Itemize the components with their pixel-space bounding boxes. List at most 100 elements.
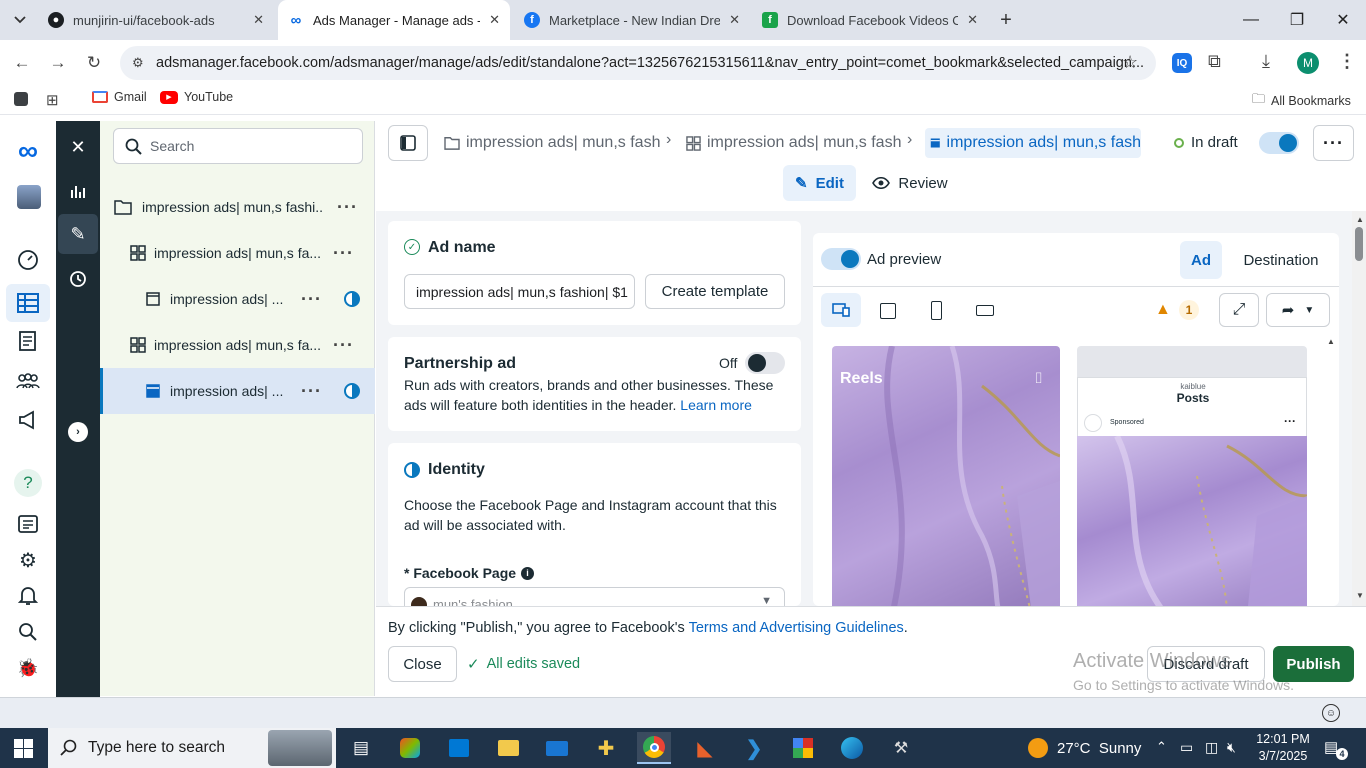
task-view-icon[interactable]: ▤ xyxy=(344,732,378,764)
close-tab-icon[interactable]: ✕ xyxy=(967,12,978,28)
megaphone-icon[interactable] xyxy=(14,406,42,434)
vscode-app-icon[interactable]: ❯ xyxy=(737,732,771,764)
history-clock-icon[interactable] xyxy=(62,263,94,295)
feedback-smiley-icon[interactable]: ☺ xyxy=(1322,704,1340,722)
preview-tab-destination[interactable]: Destination xyxy=(1235,241,1327,279)
profile-avatar[interactable]: M xyxy=(1297,52,1319,74)
all-bookmarks[interactable]: 🗀 All Bookmarks xyxy=(1252,90,1351,112)
ads-manager-nav-item[interactable] xyxy=(6,284,50,322)
close-tab-icon[interactable]: ✕ xyxy=(729,12,740,28)
tab-marketplace[interactable]: f Marketplace - New Indian Dres ✕ xyxy=(514,0,750,40)
matlab-app-icon[interactable]: ◣ xyxy=(688,732,722,764)
browser-menu-icon[interactable]: ⋮ xyxy=(1338,51,1356,72)
discard-draft-button[interactable]: Discard draft xyxy=(1147,646,1265,682)
extensions-puzzle-icon[interactable]: ⧉ xyxy=(1208,51,1221,72)
settings-gear-icon[interactable]: ⚙ xyxy=(14,546,42,574)
office-app-icon[interactable] xyxy=(393,732,427,764)
bookmark-youtube[interactable]: ▶ YouTube xyxy=(160,90,233,104)
facebook-page-select[interactable]: mun's fashion ▼ xyxy=(404,587,785,606)
restore-button[interactable]: ❐ xyxy=(1274,0,1320,40)
expand-preview-button[interactable]: ⤢ xyxy=(1219,293,1259,327)
new-tab-button[interactable]: + xyxy=(994,8,1018,32)
edge-app-icon[interactable] xyxy=(835,732,869,764)
tools-app-icon[interactable]: ⚒ xyxy=(884,732,918,764)
breadcrumb-adset[interactable]: impression ads| mun,s fash xyxy=(686,130,901,156)
create-template-button[interactable]: Create template xyxy=(645,274,785,309)
square-format-icon[interactable] xyxy=(880,303,896,319)
meet-camera-icon[interactable]: ◫ xyxy=(1205,739,1218,756)
tree-row-adset[interactable]: impression ads| mun,s fa... ··· xyxy=(100,322,375,368)
toggle-sidebar-button[interactable] xyxy=(388,125,428,161)
bug-icon[interactable]: 🐞 xyxy=(14,654,42,682)
tree-row-campaign[interactable]: impression ads| mun,s fashi... ··· xyxy=(100,184,375,230)
more-options-icon[interactable]: ··· xyxy=(333,335,354,356)
mail-app-icon[interactable] xyxy=(540,732,574,764)
network-icon[interactable]: ▭ xyxy=(1180,739,1193,756)
tab-groups-icon[interactable] xyxy=(14,92,28,106)
charts-icon[interactable] xyxy=(62,176,94,208)
ad-preview-toggle[interactable] xyxy=(821,248,861,270)
download-icon[interactable]: ⤓ xyxy=(1262,51,1270,72)
tree-search-input[interactable]: Search xyxy=(113,128,363,164)
account-avatar[interactable] xyxy=(17,185,41,209)
edit-pencil-icon[interactable]: ✎ xyxy=(58,214,98,254)
reels-preview[interactable]: Reels ⌷ xyxy=(832,346,1060,606)
news-icon[interactable] xyxy=(14,510,42,538)
placement-all-button[interactable] xyxy=(821,293,861,327)
colorful-app-icon[interactable] xyxy=(786,732,820,764)
expand-chevron-icon[interactable]: › xyxy=(68,422,88,442)
more-options-icon[interactable]: ··· xyxy=(333,243,354,264)
warning-icon[interactable]: ▲ xyxy=(1155,301,1171,319)
share-preview-button[interactable]: ➦ ▼ xyxy=(1266,293,1330,327)
tree-row-ad-selected[interactable]: impression ads| ... ··· xyxy=(100,368,375,414)
tab-search-button[interactable] xyxy=(8,8,32,32)
close-editor-icon[interactable]: ✕ xyxy=(62,131,94,163)
taskbar-search-box[interactable]: Type here to search xyxy=(48,728,336,768)
close-button[interactable]: Close xyxy=(388,646,457,682)
apps-grid-icon[interactable]: ⊞ xyxy=(46,91,59,109)
tab-ads-manager[interactable]: ∞ Ads Manager - Manage ads - A ✕ xyxy=(278,0,510,40)
site-info-icon[interactable]: ⚙ xyxy=(132,55,144,71)
horizontal-format-icon[interactable] xyxy=(976,305,994,316)
vertical-format-icon[interactable] xyxy=(931,301,942,320)
tab-github[interactable]: ● munjirin-ui/facebook-ads ✕ xyxy=(38,0,274,40)
close-window-button[interactable]: ✕ xyxy=(1320,0,1366,40)
tree-row-adset[interactable]: impression ads| mun,s fa... ··· xyxy=(100,230,375,276)
help-icon[interactable]: ? xyxy=(14,469,42,497)
chrome-app-icon[interactable] xyxy=(637,732,671,764)
volume-muted-icon[interactable]: 🔇︎ xyxy=(1227,739,1236,756)
meta-logo-icon[interactable]: ∞ xyxy=(14,135,42,166)
breadcrumb-campaign[interactable]: impression ads| mun,s fash xyxy=(444,130,660,156)
learn-more-link[interactable]: Learn more xyxy=(680,397,752,413)
publish-button[interactable]: Publish xyxy=(1273,646,1354,682)
audiences-icon[interactable] xyxy=(14,367,42,395)
more-actions-button[interactable]: ··· xyxy=(1313,125,1354,161)
scroll-up-icon[interactable]: ▲ xyxy=(1356,215,1364,224)
reload-button[interactable]: ↻ xyxy=(80,49,108,77)
bookmark-star-icon[interactable]: ☆ xyxy=(1122,52,1138,73)
partnership-toggle[interactable] xyxy=(745,352,785,374)
tab-review[interactable]: Review xyxy=(870,165,950,201)
extension-icon[interactable]: IQ xyxy=(1172,53,1192,73)
ad-active-toggle[interactable] xyxy=(1259,132,1299,154)
tray-chevron-up-icon[interactable]: ⌃ xyxy=(1156,739,1167,755)
more-options-icon[interactable]: ··· xyxy=(301,381,322,402)
app-plus-icon[interactable]: ✚ xyxy=(589,732,623,764)
info-icon[interactable]: i xyxy=(521,566,535,580)
clock-date[interactable]: 3/7/2025 xyxy=(1252,749,1314,763)
ad-name-input[interactable]: impression ads| mun,s fashion| $1 xyxy=(404,274,635,309)
close-tab-icon[interactable]: ✕ xyxy=(489,12,500,28)
bell-icon[interactable] xyxy=(14,582,42,610)
scrollbar-thumb[interactable] xyxy=(1355,227,1363,261)
tree-row-ad[interactable]: impression ads| ... ··· xyxy=(100,276,375,322)
more-options-icon[interactable]: ··· xyxy=(301,289,322,310)
search-icon[interactable] xyxy=(14,618,42,646)
windows-start-icon[interactable] xyxy=(14,739,33,758)
back-button[interactable]: ← xyxy=(8,49,36,77)
file-explorer-icon[interactable] xyxy=(491,732,525,764)
forward-button[interactable]: → xyxy=(44,49,72,77)
close-tab-icon[interactable]: ✕ xyxy=(253,12,264,28)
tab-download-videos[interactable]: f Download Facebook Videos On ✕ xyxy=(752,0,988,40)
posts-preview[interactable]: kaiblue Posts Sponsored ··· xyxy=(1077,346,1307,606)
clock-time[interactable]: 12:01 PM xyxy=(1252,732,1314,746)
